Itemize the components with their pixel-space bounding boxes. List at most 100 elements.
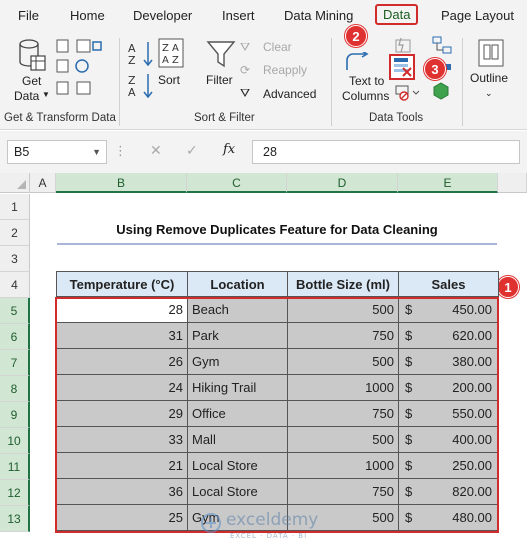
outline-icon[interactable] [478,39,504,67]
table-header-row: Temperature (°C) Location Bottle Size (m… [56,271,499,297]
row-header-3[interactable]: 3 [0,246,30,272]
relationships-icon[interactable] [432,36,452,54]
cell-location[interactable]: Local Store [187,452,288,479]
cell-sales[interactable]: $550.00 [398,400,499,427]
exceldemy-logo-icon [201,513,221,533]
cell-bottle-size[interactable]: 1000 [287,452,399,479]
cell-bottle-size[interactable]: 750 [287,478,399,505]
cell-temperature[interactable]: 28 [56,296,188,323]
cell-temperature[interactable]: 29 [56,400,188,427]
cell-sales[interactable]: $450.00 [398,296,499,323]
cell-location[interactable]: Gym [187,348,288,375]
cell-temperature[interactable]: 26 [56,348,188,375]
column-header-b[interactable]: B [56,173,187,193]
outline-button[interactable]: Outline [470,71,508,85]
row-header-13[interactable]: 13 [0,506,30,532]
cell-location[interactable]: Office [187,400,288,427]
sheet-title[interactable]: Using Remove Duplicates Feature for Data… [57,222,497,237]
cell-location[interactable]: Local Store [187,478,288,505]
data-validation-icon[interactable] [395,85,423,101]
tab-home[interactable]: Home [70,8,105,23]
cell-temperature[interactable]: 21 [56,452,188,479]
header-location[interactable]: Location [187,271,288,297]
sort-az-icon[interactable]: A Z Z A [128,40,156,100]
cell-sales[interactable]: $250.00 [398,452,499,479]
cell-temperature[interactable]: 25 [56,504,188,531]
drag-handle-icon[interactable]: ⋮ [114,143,127,159]
cell-bottle-size[interactable]: 500 [287,348,399,375]
insert-function-button[interactable]: fx [223,142,235,157]
cell-temperature[interactable]: 36 [56,478,188,505]
enter-icon[interactable]: ✓ [186,142,198,159]
cell-bottle-size[interactable]: 500 [287,296,399,323]
cell-temperature[interactable]: 31 [56,322,188,349]
row-header-9[interactable]: 9 [0,402,30,428]
reapply-icon: ⟳ [240,63,251,77]
header-bottle-size[interactable]: Bottle Size (ml) [287,271,399,297]
filter-icon[interactable] [205,38,237,70]
cell-sales[interactable]: $380.00 [398,348,499,375]
cell-bottle-size[interactable]: 750 [287,322,399,349]
reapply-button[interactable]: Reapply [263,63,307,77]
column-header-c[interactable]: C [187,173,287,193]
row-header-12[interactable]: 12 [0,480,30,506]
data-model-icon[interactable] [432,82,450,100]
cell-location[interactable]: Park [187,322,288,349]
cancel-icon[interactable]: ✕ [150,142,162,159]
sort-dialog-icon[interactable]: Z A A Z [158,38,184,68]
flash-fill-icon[interactable] [395,37,411,53]
advanced-button[interactable]: Advanced [263,87,316,101]
cell-sales[interactable]: $480.00 [398,504,499,531]
cell-temperature[interactable]: 33 [56,426,188,453]
advanced-filter-icon: ⛛ [240,86,251,100]
tab-file[interactable]: File [18,8,39,23]
text-to-columns-label-1[interactable]: Text to [349,74,384,88]
header-temperature[interactable]: Temperature (°C) [56,271,188,297]
filter-button[interactable]: Filter [206,73,233,87]
cell-sales[interactable]: $820.00 [398,478,499,505]
cell-location[interactable]: Mall [187,426,288,453]
row-header-5[interactable]: 5 [0,298,30,324]
tab-data[interactable]: Data [375,4,419,25]
tab-developer[interactable]: Developer [133,8,192,23]
cell-temperature[interactable]: 24 [56,374,188,401]
row-header-11[interactable]: 11 [0,454,30,480]
cell-bottle-size[interactable]: 1000 [287,374,399,401]
sort-button[interactable]: Sort [158,73,180,87]
row-header-6[interactable]: 6 [0,324,30,350]
row-header-10[interactable]: 10 [0,428,30,454]
text-to-columns-label-2[interactable]: Columns [342,89,389,103]
cell-sales[interactable]: $400.00 [398,426,499,453]
clear-button[interactable]: Clear [263,40,292,54]
column-header-next[interactable] [498,173,527,193]
name-box[interactable]: B5 ▼ [7,140,107,164]
cell-bottle-size[interactable]: 500 [287,426,399,453]
clear-filter-icon: ⛛ [240,40,251,54]
svg-text:A Z: A Z [162,55,179,66]
cell-location[interactable]: Hiking Trail [187,374,288,401]
remove-duplicates-button[interactable] [389,54,415,80]
row-header-8[interactable]: 8 [0,376,30,402]
row-header-7[interactable]: 7 [0,350,30,376]
data-sources-icon[interactable] [55,38,105,104]
cell-sales[interactable]: $200.00 [398,374,499,401]
tab-insert[interactable]: Insert [222,8,255,23]
table-row: 24 Hiking Trail 1000 $200.00 [56,374,499,401]
row-header-2[interactable]: 2 [0,220,30,246]
column-header-e[interactable]: E [398,173,498,193]
header-sales[interactable]: Sales [398,271,499,297]
select-all-button[interactable] [0,173,30,193]
text-to-columns-icon[interactable] [343,52,373,74]
cell-sales[interactable]: $620.00 [398,322,499,349]
row-header-4[interactable]: 4 [0,272,30,298]
cell-bottle-size[interactable]: 750 [287,400,399,427]
tab-data-mining[interactable]: Data Mining [284,8,353,23]
row-header-1[interactable]: 1 [0,194,30,220]
group-label-get-transform: Get & Transform Data [4,112,116,124]
cell-location[interactable]: Beach [187,296,288,323]
tab-page-layout[interactable]: Page Layout [441,8,514,23]
column-header-a[interactable]: A [30,173,56,193]
currency-symbol: $ [405,432,413,447]
formula-input[interactable]: 28 [252,140,520,164]
column-header-d[interactable]: D [287,173,398,193]
